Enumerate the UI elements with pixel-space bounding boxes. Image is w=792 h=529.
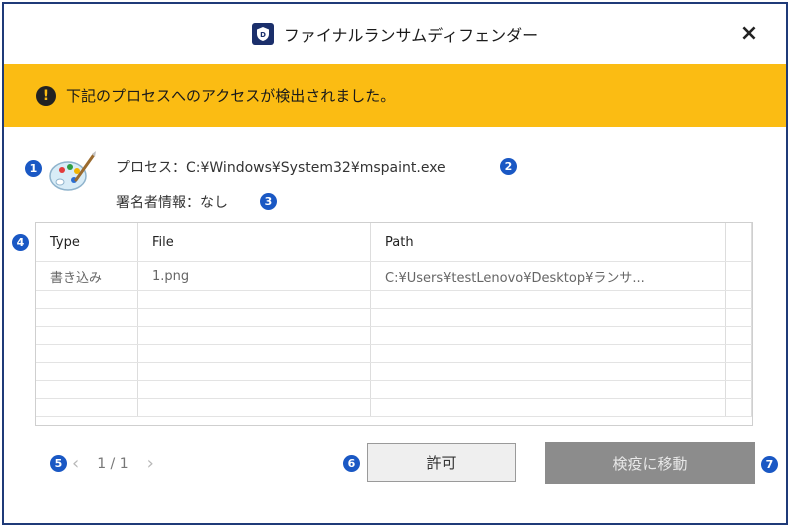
svg-text:D: D <box>260 31 266 39</box>
alert-banner: ! 下記のプロセスへのアクセスが検出されました。 <box>4 64 786 127</box>
empty-row <box>36 362 752 381</box>
callout-marker: 3 <box>260 193 277 210</box>
empty-row <box>36 398 752 417</box>
table-header-row: Type File Path <box>36 223 752 262</box>
callout-marker: 1 <box>25 160 42 177</box>
allow-button[interactable]: 許可 <box>367 443 516 482</box>
empty-row <box>36 380 752 399</box>
cell-filler <box>725 261 752 291</box>
table-row[interactable]: 書き込み 1.png C:¥Users¥testLenovo¥Desktop¥ラ… <box>36 261 752 291</box>
paint-palette-icon <box>48 150 98 194</box>
callout-marker: 6 <box>343 455 360 472</box>
title-bar: D ファイナルランサムディフェンダー × <box>4 4 786 64</box>
page-indicator: 1 / 1 <box>97 455 129 472</box>
column-header-type[interactable]: Type <box>36 223 138 262</box>
cell-type: 書き込み <box>36 261 138 291</box>
shield-logo-icon: D <box>251 23 274 45</box>
callout-marker: 4 <box>12 234 29 251</box>
column-header-path[interactable]: Path <box>370 223 726 262</box>
pagination: ‹ 1 / 1 › <box>72 453 154 474</box>
process-path-label: プロセス：C:¥Windows¥System32¥mspaint.exe <box>116 160 446 176</box>
empty-row <box>36 326 752 345</box>
empty-row <box>36 308 752 327</box>
cell-path: C:¥Users¥testLenovo¥Desktop¥ランサ... <box>370 261 726 291</box>
prev-page-button[interactable]: ‹ <box>72 453 79 474</box>
callout-marker: 5 <box>50 455 67 472</box>
cell-file: 1.png <box>137 261 371 291</box>
empty-row <box>36 290 752 309</box>
next-page-button[interactable]: › <box>147 453 154 474</box>
empty-row <box>36 344 752 363</box>
column-header-file[interactable]: File <box>137 223 371 262</box>
exclamation-circle-icon: ! <box>36 85 56 106</box>
access-table: Type File Path 書き込み 1.png C:¥Users¥testL… <box>35 222 753 426</box>
close-button[interactable]: × <box>736 21 762 47</box>
signer-info-label: 署名者情報：なし <box>116 195 228 211</box>
alert-message: 下記のプロセスへのアクセスが検出されました。 <box>66 87 396 105</box>
callout-marker: 2 <box>500 158 517 175</box>
window-title: ファイナルランサムディフェンダー <box>283 26 539 45</box>
callout-marker: 7 <box>761 456 778 473</box>
quarantine-button[interactable]: 検疫に移動 <box>545 442 755 484</box>
column-header-filler <box>725 223 752 262</box>
